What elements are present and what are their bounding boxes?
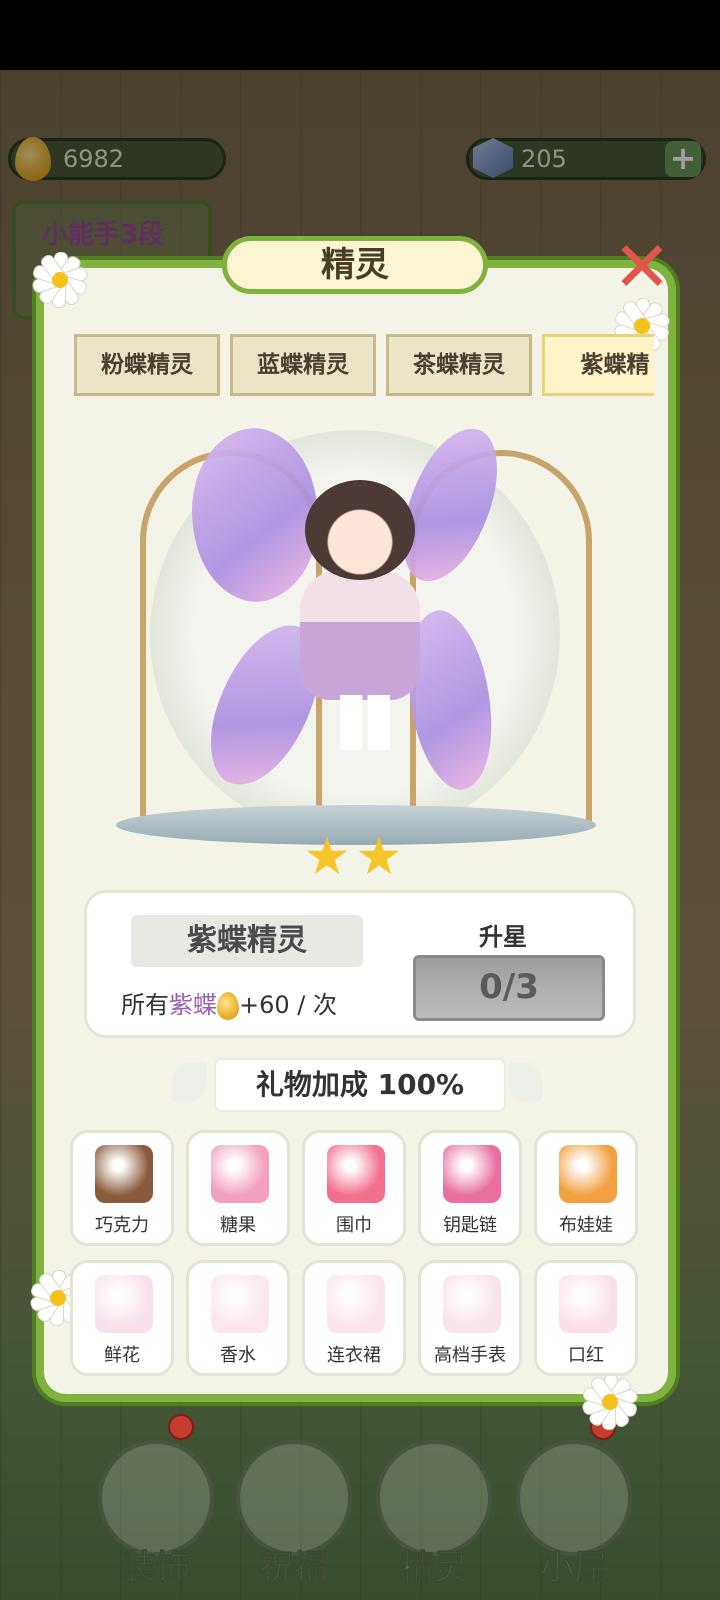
tab-pink-butterfly[interactable]: 粉蝶精灵 [74,334,220,396]
daisy-icon [580,1374,640,1430]
water-drop-icon [217,992,239,1020]
nav-label: 装饰 [122,1548,191,1589]
gift-label: 口红 [568,1345,604,1366]
butterfly-icon [236,1440,352,1556]
gift-label: 糖果 [220,1215,256,1236]
fairy-portrait [110,410,610,850]
gift-chocolate[interactable]: 巧克力 [70,1130,174,1246]
notification-dot [168,1414,194,1440]
gift-label: 巧克力 [95,1215,149,1236]
gift-flowers[interactable]: 鲜花 [70,1260,174,1376]
gift-label: 香水 [220,1345,256,1366]
star-icon [358,836,400,875]
panel-title: 精灵 [222,236,488,294]
fairy-legs [340,695,390,750]
gift-keychain[interactable]: 钥匙链 [418,1130,522,1246]
bonus-suffix: / 次 [297,991,338,1019]
fairy-body [300,570,420,700]
bonus-value: +60 [239,991,290,1019]
status-bar [0,0,720,70]
fairy-info-card: 紫蝶精灵 所有紫蝶 +60 / 次 升星 0/3 [84,890,636,1038]
daisy-core [602,1394,618,1410]
daisy-core [50,1290,66,1306]
plant-icon [98,1440,214,1556]
chocolate-icon [95,1145,153,1203]
perfume-icon [211,1275,269,1333]
bottom-nav: 装饰 祝福 精灵 小屋 [0,1414,720,1600]
scarf-icon [327,1145,385,1203]
gift-lipstick[interactable]: 口红 [534,1260,638,1376]
bonus-target: 紫蝶 [169,991,217,1019]
daisy-core [52,272,68,288]
house-icon [516,1440,632,1556]
upgrade-star-label: 升星 [479,923,527,951]
dress-icon [327,1275,385,1333]
watch-icon [443,1275,501,1333]
nav-item-decor[interactable]: 装饰 [90,1420,222,1596]
close-icon[interactable]: ✕ [610,232,674,302]
daisy-core [634,318,650,334]
daisy-icon [30,252,90,308]
tab-purple-butterfly[interactable]: 紫蝶精 [542,334,654,396]
fairy-avatar-icon [376,1440,492,1556]
star-icon [306,836,348,875]
nav-item-house[interactable]: 小屋 [508,1420,640,1596]
gift-label: 连衣裙 [327,1345,381,1366]
wing-decoration-icon [508,1062,542,1102]
fairy-head [305,480,415,580]
gift-dress[interactable]: 连衣裙 [302,1260,406,1376]
tab-blue-butterfly[interactable]: 蓝蝶精灵 [230,334,376,396]
gift-label: 钥匙链 [443,1215,497,1236]
gift-label: 围巾 [336,1215,372,1236]
gift-label: 鲜花 [104,1345,140,1366]
gift-doll[interactable]: 布娃娃 [534,1130,638,1246]
gift-bonus-banner: 礼物加成 100% [214,1058,506,1112]
gift-watch[interactable]: 高档手表 [418,1260,522,1376]
nav-item-blessing[interactable]: 祝福 [228,1420,360,1596]
bonus-line: 所有紫蝶 +60 / 次 [121,985,337,1025]
lipstick-icon [559,1275,617,1333]
gift-grid: 巧克力 糖果 围巾 钥匙链 布娃娃 鲜花 香水 连衣裙 高档手表 口红 [70,1130,650,1380]
bonus-prefix: 所有 [121,991,169,1019]
gift-label: 布娃娃 [559,1215,613,1236]
keychain-icon [443,1145,501,1203]
doll-icon [559,1145,617,1203]
nav-label: 小屋 [540,1548,609,1589]
nav-item-fairy[interactable]: 精灵 [368,1420,500,1596]
fairy-tabs: 粉蝶精灵 蓝蝶精灵 茶蝶精灵 紫蝶精 [74,334,654,396]
wing-decoration-icon [172,1062,206,1102]
nav-label: 精灵 [400,1548,469,1589]
gift-label: 高档手表 [434,1345,506,1366]
upgrade-star-button[interactable]: 0/3 [413,955,605,1021]
gift-candy[interactable]: 糖果 [186,1130,290,1246]
tab-tea-butterfly[interactable]: 茶蝶精灵 [386,334,532,396]
gift-scarf[interactable]: 围巾 [302,1130,406,1246]
star-rating [306,836,406,880]
nav-label: 祝福 [260,1548,329,1589]
bouquet-icon [95,1275,153,1333]
candy-jar-icon [211,1145,269,1203]
fairy-name: 紫蝶精灵 [131,915,363,967]
gift-perfume[interactable]: 香水 [186,1260,290,1376]
